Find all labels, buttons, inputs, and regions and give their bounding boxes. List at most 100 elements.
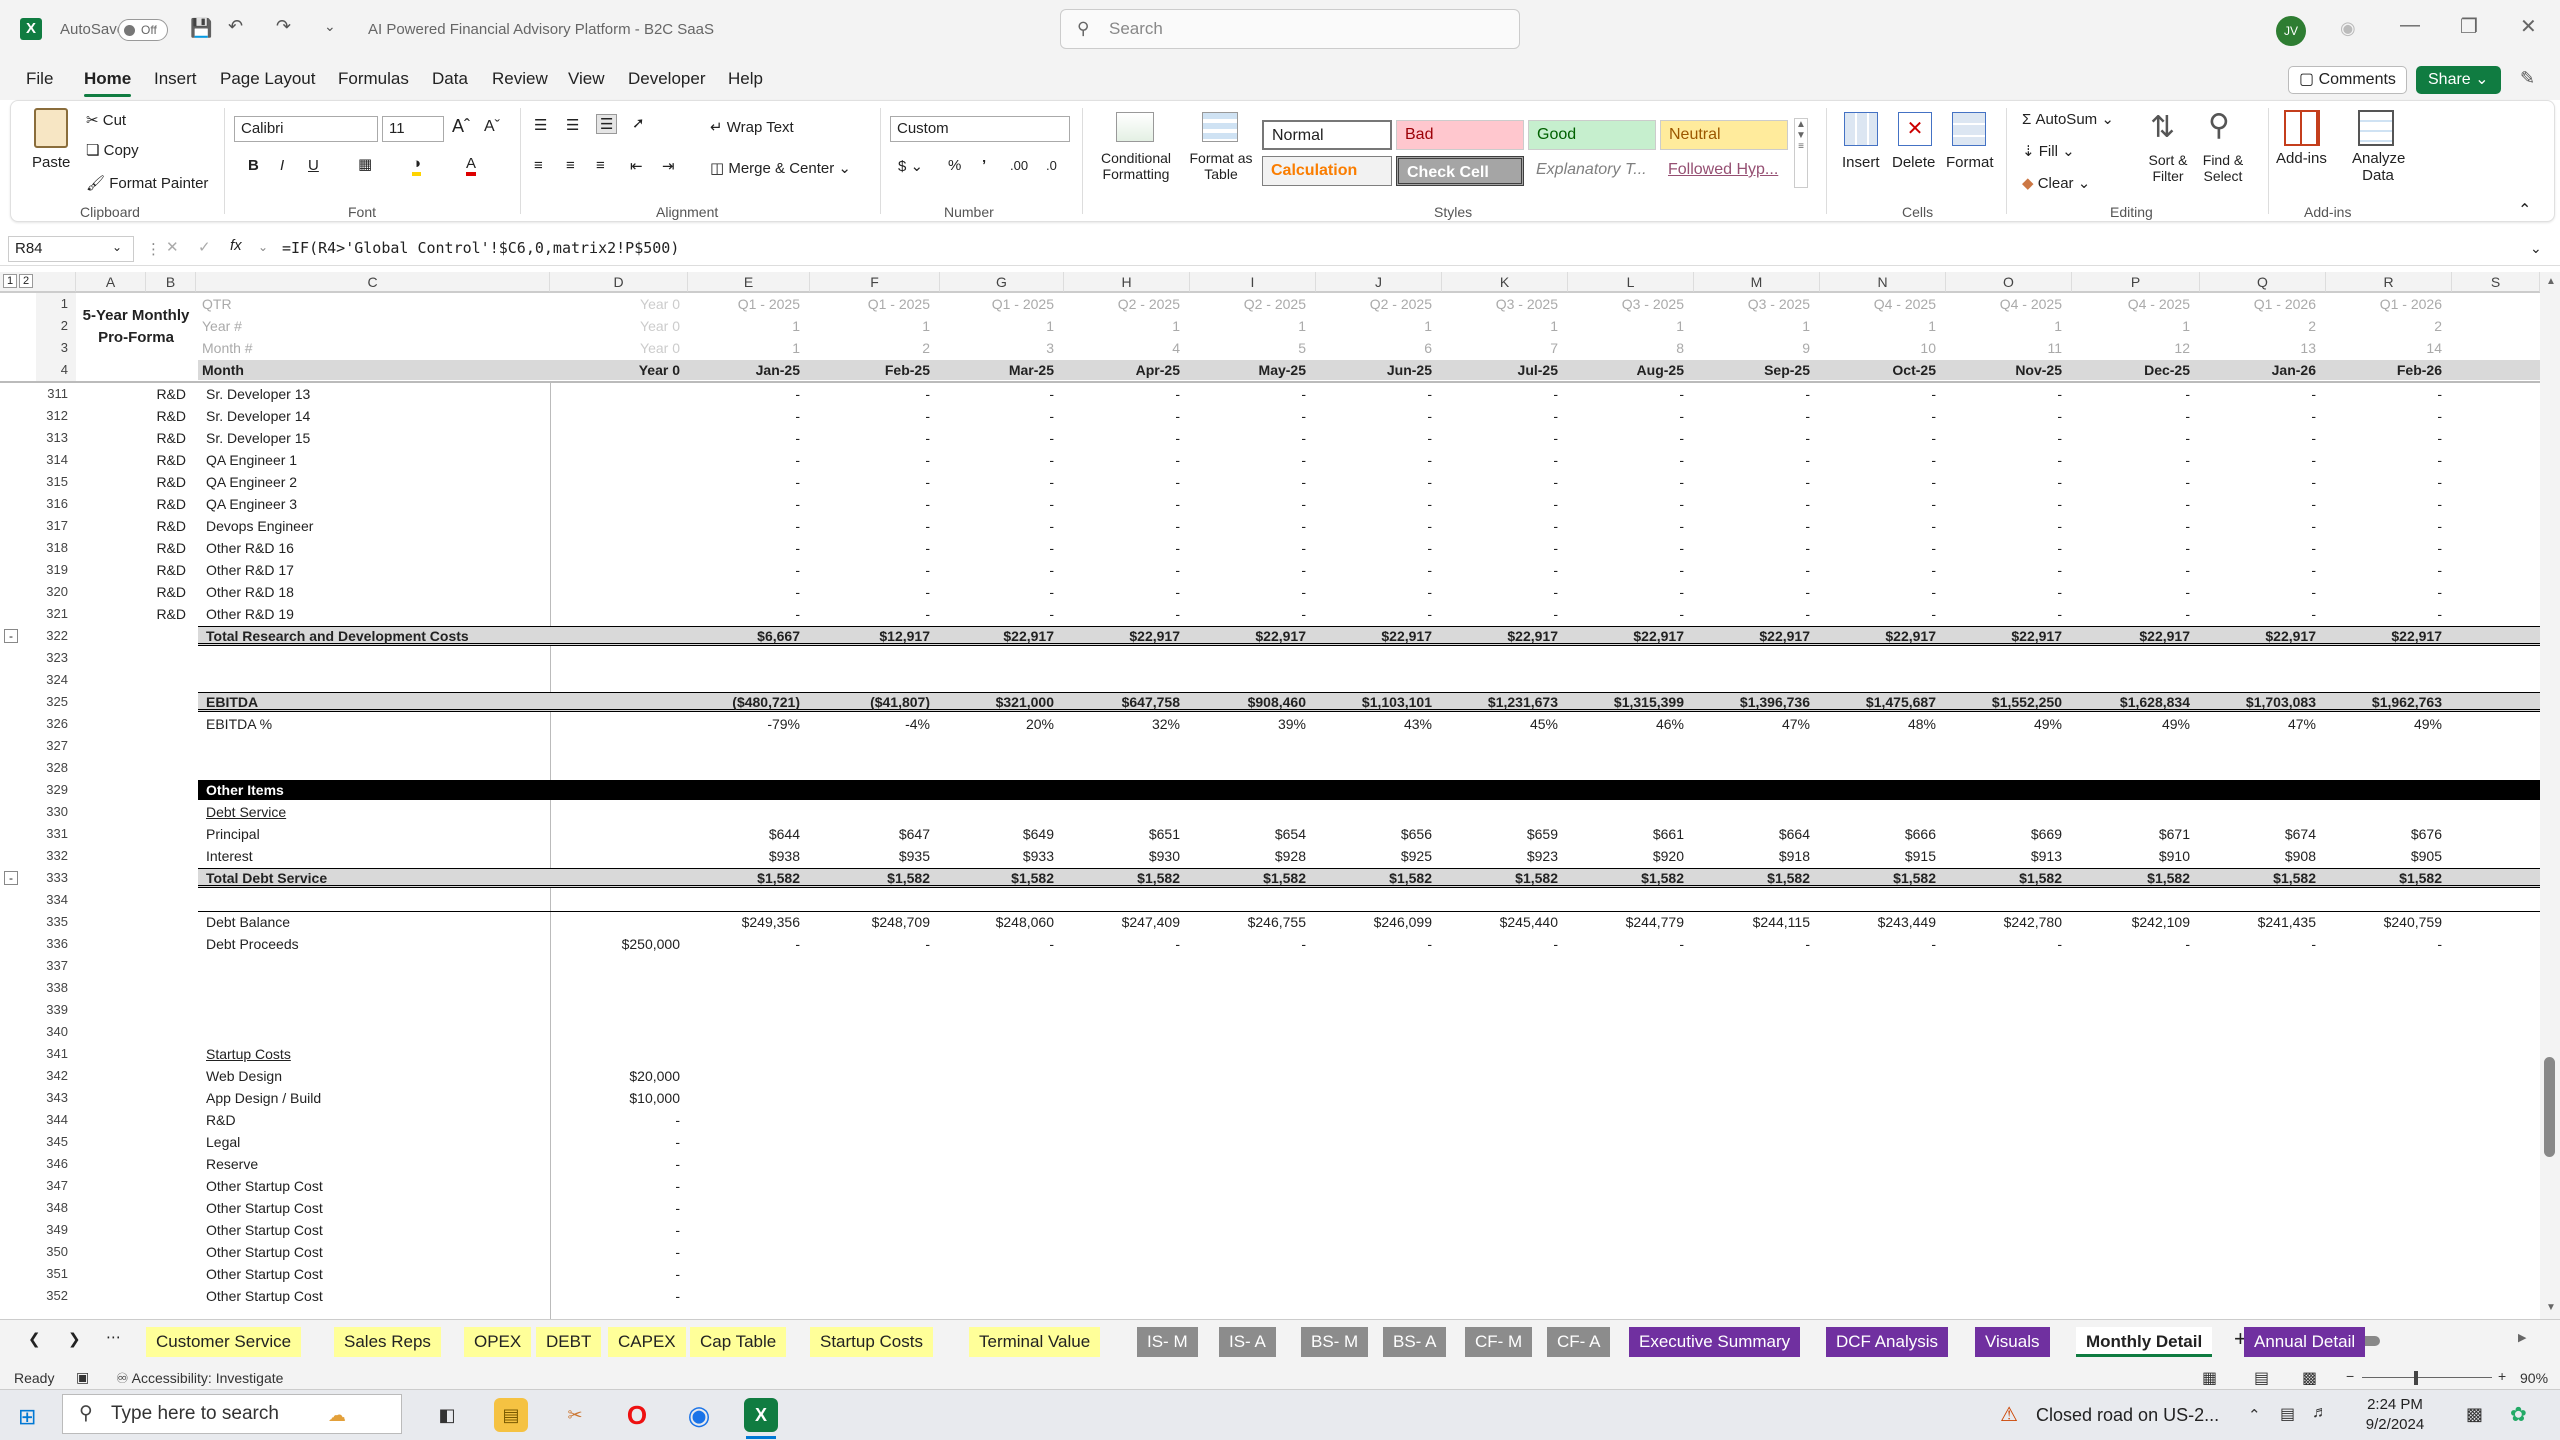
style-explanatory[interactable]: Explanatory T... [1528,156,1656,186]
comments-button[interactable]: ▢ Comments [2288,66,2407,94]
expand-formula-icon[interactable]: ⌄ [2530,240,2542,257]
column-header-q[interactable]: Q [2200,272,2326,292]
decrease-indent-icon[interactable]: ⇤ [630,157,643,175]
column-header-h[interactable]: H [1064,272,1190,292]
sheet-tab-is-m[interactable]: IS- M [1137,1327,1198,1357]
paste-button[interactable]: Paste [32,154,70,171]
excel-taskbar-icon[interactable]: X [744,1398,778,1432]
style-good[interactable]: Good [1528,120,1656,150]
delete-cells-button[interactable]: Delete [1892,154,1935,171]
format-as-table-button[interactable]: Format as Table [1186,150,1256,182]
snipping-tool-icon[interactable]: ✂ [558,1398,592,1432]
outline-level-2-button[interactable]: 2 [19,274,34,288]
font-name-select[interactable]: Calibri [234,116,378,142]
column-header-b[interactable]: B [146,272,196,292]
select-all-corner[interactable] [36,272,76,292]
style-bad[interactable]: Bad [1396,120,1524,150]
network-icon[interactable]: ▤ [2280,1404,2295,1424]
redo-icon[interactable]: ↷ [276,16,291,37]
align-left-icon[interactable]: ≡ [534,157,543,174]
align-bottom-icon[interactable]: ☰ [596,114,618,134]
zoom-slider[interactable] [2362,1377,2492,1378]
document-title[interactable]: AI Powered Financial Advisory Platform -… [368,21,714,38]
page-layout-view-icon[interactable]: ▤ [2254,1368,2269,1388]
file-explorer-icon[interactable]: ▤ [494,1398,528,1432]
sheet-tab-visuals[interactable]: Visuals [1975,1327,2050,1357]
name-box-dropdown-icon[interactable]: ⌄ [112,240,122,254]
style-calculation[interactable]: Calculation [1262,156,1392,186]
borders-icon[interactable]: ▦ [358,155,372,173]
pen-icon[interactable]: ✎ [2520,68,2535,89]
column-header-n[interactable]: N [1820,272,1946,292]
restore-icon[interactable]: ❐ [2460,14,2478,39]
fill-button[interactable]: ⇣ Fill ⌄ [2022,142,2075,160]
menu-file[interactable]: File [26,69,53,89]
column-header-k[interactable]: K [1442,272,1568,292]
cut-button[interactable]: ✂ Cut [86,111,126,129]
styles-gallery-scroll[interactable]: ▲ ▼ ≡ [1794,118,1808,188]
menu-home[interactable]: Home [84,69,132,97]
align-right-icon[interactable]: ≡ [596,157,605,174]
lightbulb-icon[interactable]: ◉ [2340,18,2356,39]
fill-color-icon[interactable]: ◑ [412,155,422,176]
italic-icon[interactable]: I [280,157,284,174]
more-icon[interactable]: ⋮ [146,240,161,258]
accessibility-status[interactable]: ♾ Accessibility: Investigate [116,1370,283,1387]
more-sheets-left-icon[interactable]: ⋯ [106,1328,121,1346]
style-normal[interactable]: Normal [1262,120,1392,150]
autosum-button[interactable]: Σ AutoSum ⌄ [2022,110,2114,128]
column-header-g[interactable]: G [940,272,1064,292]
sheet-tab-monthly-detail[interactable]: Monthly Detail [2076,1327,2213,1357]
sheet-tab-debt[interactable]: DEBT [536,1327,602,1357]
normal-view-icon[interactable]: ▦ [2202,1368,2217,1388]
save-icon[interactable]: 💾 [190,18,212,39]
scroll-down-icon[interactable]: ▼ [2546,1302,2556,1313]
insert-function-icon[interactable]: fx [230,237,242,254]
bold-icon[interactable]: B [248,157,259,174]
sheet-tab-executive-summary[interactable]: Executive Summary [1629,1327,1801,1357]
minimize-icon[interactable]: — [2400,14,2420,37]
task-view-icon[interactable]: ◧ [430,1398,464,1432]
sheet-tab-startup-costs[interactable]: Startup Costs [810,1327,933,1357]
macro-record-icon[interactable]: ▣ [76,1369,89,1386]
zoom-out-icon[interactable]: − [2346,1368,2354,1384]
column-header-s[interactable]: S [2452,272,2540,292]
sheet-tab-cap-table[interactable]: Cap Table [690,1327,787,1357]
increase-decimal-icon[interactable]: .00 [1010,158,1028,173]
style-neutral[interactable]: Neutral [1660,120,1788,150]
column-header-a[interactable]: A [76,272,146,292]
menu-page-layout[interactable]: Page Layout [220,69,315,89]
autosave-toggle[interactable]: Off [118,19,168,41]
orientation-icon[interactable]: ➚ [632,114,645,132]
zoom-in-icon[interactable]: + [2498,1368,2506,1384]
news-ticker[interactable]: Closed road on US-2... [2036,1405,2219,1426]
volume-icon[interactable]: ♬ [2312,1404,2328,1422]
column-header-m[interactable]: M [1694,272,1820,292]
align-center-icon[interactable]: ≡ [566,157,575,174]
sheet-tab-cf-a[interactable]: CF- A [1547,1327,1611,1357]
undo-icon[interactable]: ↶ [228,16,243,37]
function-dropdown-icon[interactable]: ⌄ [258,240,268,254]
column-header-j[interactable]: J [1316,272,1442,292]
close-icon[interactable]: ✕ [2520,14,2537,39]
sheet-tab-opex[interactable]: OPEX [464,1327,532,1357]
sheet-tab-cf-m[interactable]: CF- M [1465,1327,1533,1357]
clear-button[interactable]: ◆ Clear ⌄ [2022,174,2090,192]
column-header-r[interactable]: R [2326,272,2452,292]
merge-center-button[interactable]: ◫ Merge & Center ⌄ [710,159,851,177]
column-header-l[interactable]: L [1568,272,1694,292]
customize-toolbar-icon[interactable]: ⌄ [324,18,336,35]
underline-icon[interactable]: U [308,157,319,174]
insert-cells-button[interactable]: Insert [1842,154,1880,171]
find-select-button[interactable]: Find & Select [2192,152,2254,184]
align-middle-icon[interactable]: ☰ [566,116,579,134]
avatar[interactable]: JV [2276,16,2306,46]
tray-chevron-icon[interactable]: ⌃ [2248,1406,2261,1424]
percent-icon[interactable]: % [948,157,961,174]
decrease-font-icon[interactable]: Aˇ [484,118,500,136]
menu-review[interactable]: Review [492,69,548,89]
menu-insert[interactable]: Insert [154,69,197,89]
column-header-c[interactable]: C [196,272,550,292]
conditional-formatting-button[interactable]: Conditional Formatting [1092,150,1180,182]
sheet-tab-customer-service[interactable]: Customer Service [146,1327,302,1357]
